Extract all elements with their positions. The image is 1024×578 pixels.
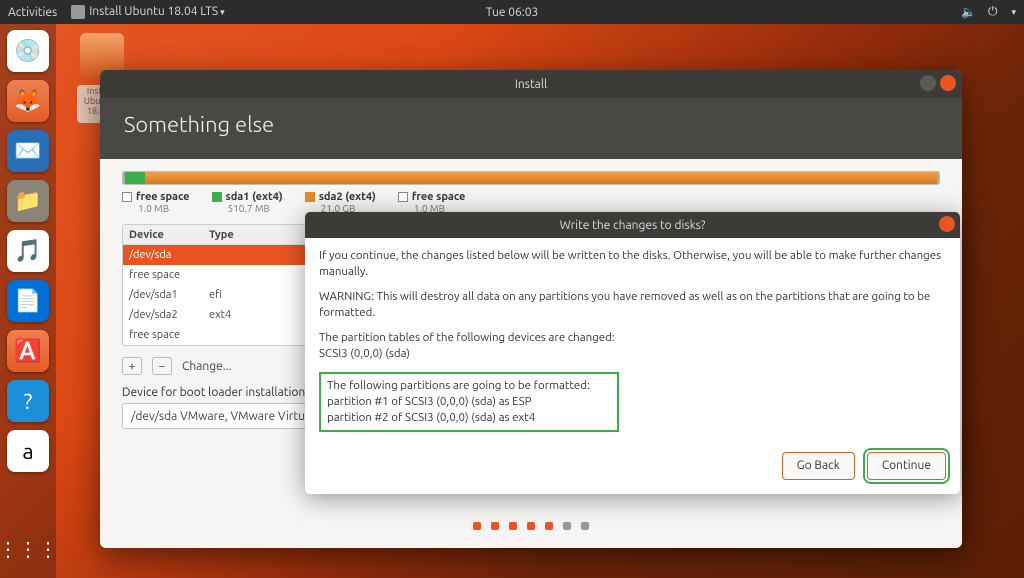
dialog-title: Write the changes to disks? <box>560 219 706 232</box>
amazon-icon[interactable]: a <box>7 430 49 472</box>
volume-icon[interactable]: 🔈 <box>961 5 976 19</box>
thunderbird-icon[interactable]: ✉️ <box>7 130 49 172</box>
go-back-button[interactable]: Go Back <box>782 452 855 480</box>
partition-legend: free space1.0 MB sda1 (ext4)510.7 MB sda… <box>122 191 940 214</box>
launcher: 💿 🦊 ✉️ 📁 🎵 📄 🅰️ ? a ⋮⋮⋮ <box>0 24 56 578</box>
close-icon[interactable] <box>940 75 956 91</box>
page-heading: Something else <box>100 98 962 159</box>
close-icon[interactable] <box>939 216 955 232</box>
clock[interactable]: Tue 06:03 <box>486 6 539 19</box>
files-icon[interactable]: 📁 <box>7 180 49 222</box>
remove-partition-button[interactable]: − <box>152 357 172 375</box>
change-button[interactable]: Change... <box>182 360 232 373</box>
window-titlebar[interactable]: Install <box>100 70 962 98</box>
show-apps-icon[interactable]: ⋮⋮⋮ <box>7 528 49 570</box>
partition-bar[interactable] <box>122 171 940 185</box>
top-panel: Activities Install Ubuntu 18.04 LTS▾ Tue… <box>0 0 1024 24</box>
chevron-down-icon[interactable]: ▾ <box>1011 7 1016 18</box>
add-partition-button[interactable]: + <box>122 357 142 375</box>
active-app[interactable]: Install Ubuntu 18.04 LTS▾ <box>71 5 224 19</box>
dialog-warning: WARNING: This will destroy all data on a… <box>319 289 946 321</box>
installer-launcher-icon[interactable]: 💿 <box>7 30 49 72</box>
dialog-titlebar[interactable]: Write the changes to disks? <box>305 212 960 238</box>
power-icon[interactable]: ⏻ <box>988 5 998 19</box>
confirm-dialog: Write the changes to disks? If you conti… <box>305 212 960 494</box>
window-title: Install <box>515 78 547 91</box>
help-icon[interactable]: ? <box>7 380 49 422</box>
dialog-text: If you continue, the changes listed belo… <box>319 248 946 280</box>
rhythmbox-icon[interactable]: 🎵 <box>7 230 49 272</box>
chevron-down-icon: ▾ <box>220 7 225 17</box>
dialog-text: The partition tables of the following de… <box>319 330 946 362</box>
ubuntu-installer-icon <box>71 5 85 19</box>
activities-button[interactable]: Activities <box>8 6 57 19</box>
continue-button[interactable]: Continue <box>867 452 946 480</box>
progress-dots <box>100 522 962 530</box>
minimize-icon[interactable] <box>920 75 936 91</box>
software-center-icon[interactable]: 🅰️ <box>7 330 49 372</box>
firefox-icon[interactable]: 🦊 <box>7 80 49 122</box>
formatted-partitions-box: The following partitions are going to be… <box>319 372 619 432</box>
writer-icon[interactable]: 📄 <box>7 280 49 322</box>
